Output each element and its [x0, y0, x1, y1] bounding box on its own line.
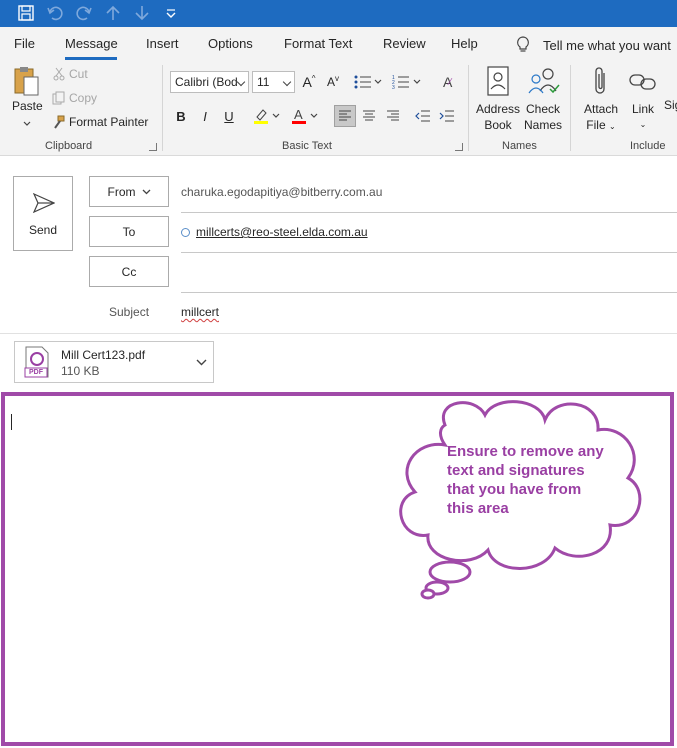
thought-cloud-icon	[399, 400, 642, 600]
callout-text: Ensure to remove any text and signatures…	[447, 443, 604, 517]
